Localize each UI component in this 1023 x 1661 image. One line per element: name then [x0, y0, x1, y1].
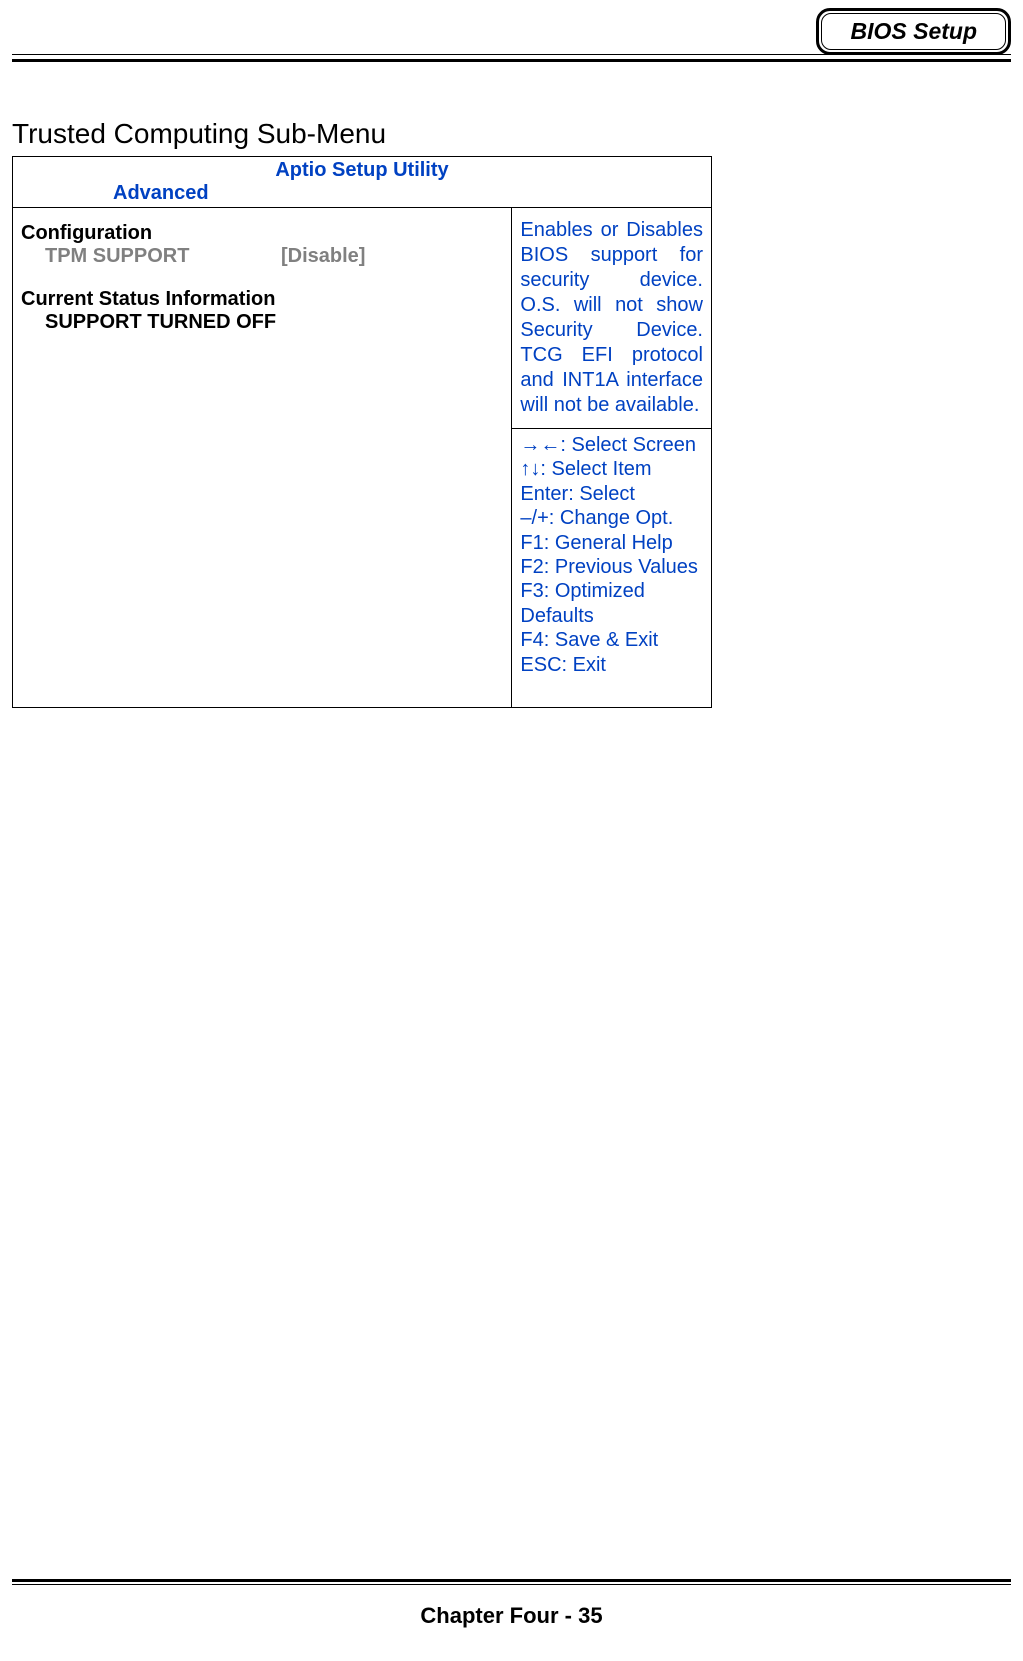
key-f2: F2: Previous Values	[520, 555, 705, 579]
footer-rule-thick	[12, 1579, 1011, 1582]
tab-row: Advanced	[13, 182, 711, 207]
key-f3: F3: Optimized Defaults	[520, 579, 705, 628]
key-f1: F1: General Help	[520, 531, 705, 555]
tpm-support-label: TPM SUPPORT	[21, 245, 281, 268]
bios-main-panel: Configuration TPM SUPPORT [Disable] Curr…	[13, 208, 512, 708]
status-header: Current Status Information	[21, 288, 503, 311]
header-rule-thick	[12, 59, 1011, 62]
bios-help-panel: Enables or Disables BIOS support for sec…	[512, 208, 712, 429]
header-rule-thin	[12, 54, 1011, 55]
header-badge-label: BIOS Setup	[821, 13, 1006, 50]
bios-header-cell: Aptio Setup Utility Advanced	[13, 157, 712, 208]
bios-table: Aptio Setup Utility Advanced Configurati…	[12, 156, 712, 708]
key-change-opt: –/+: Change Opt.	[520, 506, 705, 530]
key-select-item: ↑↓: Select Item	[520, 457, 705, 481]
footer-label: Chapter Four - 35	[12, 1603, 1011, 1629]
key-enter: Enter: Select	[520, 482, 705, 506]
help-text: Enables or Disables BIOS support for sec…	[520, 219, 703, 416]
page-content: Trusted Computing Sub-Menu Aptio Setup U…	[0, 70, 1023, 708]
header-badge: BIOS Setup	[816, 8, 1011, 55]
page-header: BIOS Setup	[0, 0, 1023, 70]
tab-advanced[interactable]: Advanced	[13, 182, 209, 204]
utility-title: Aptio Setup Utility	[13, 157, 711, 182]
page-footer: Chapter Four - 35	[12, 1579, 1011, 1629]
footer-rule-thin	[12, 1584, 1011, 1585]
key-esc: ESC: Exit	[520, 653, 705, 677]
key-select-screen: →←: Select Screen	[520, 433, 705, 457]
tpm-support-value: [Disable]	[281, 245, 365, 268]
status-value: SUPPORT TURNED OFF	[21, 311, 503, 334]
key-f4: F4: Save & Exit	[520, 628, 705, 652]
config-header: Configuration	[21, 222, 503, 245]
bios-keys-panel: →←: Select Screen ↑↓: Select Item Enter:…	[512, 429, 712, 708]
tpm-support-row[interactable]: TPM SUPPORT [Disable]	[21, 245, 503, 268]
section-title: Trusted Computing Sub-Menu	[12, 118, 1011, 150]
